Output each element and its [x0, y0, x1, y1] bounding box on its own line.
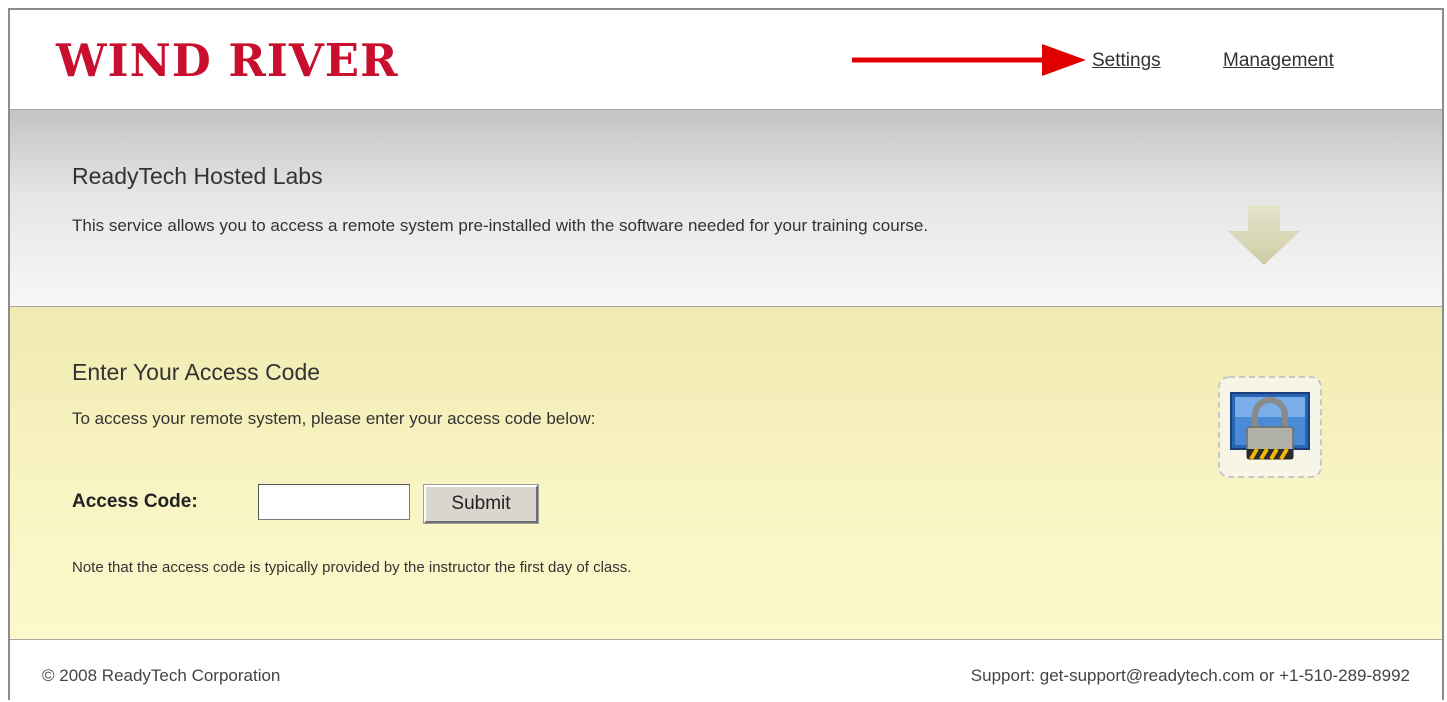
intro-title: ReadyTech Hosted Labs — [72, 163, 323, 189]
footer: © 2008 ReadyTech Corporation Support: ge… — [10, 640, 1442, 702]
intro-section: ReadyTech Hosted Labs This service allow… — [10, 109, 1442, 307]
locked-monitor-icon — [1218, 376, 1322, 478]
access-title: Enter Your Access Code — [72, 359, 321, 385]
access-code-section: Enter Your Access Code To access your re… — [10, 307, 1442, 640]
access-code-label: Access Code: — [72, 491, 198, 512]
access-code-note: Note that the access code is typically p… — [72, 559, 632, 576]
support-contact: Support: get-support@readytech.com or +1… — [970, 666, 1410, 685]
intro-description: This service allows you to access a remo… — [72, 216, 929, 235]
copyright-text: © 2008 ReadyTech Corporation — [42, 666, 281, 685]
right-arrow-annotation-icon — [852, 44, 1086, 76]
wind-river-logo: WIND RIVER — [56, 34, 399, 87]
page-frame: WIND RIVER Settings Management ReadyTech… — [8, 8, 1444, 702]
access-code-input[interactable] — [258, 484, 410, 520]
down-arrow-icon — [1228, 205, 1300, 265]
header: WIND RIVER Settings Management — [10, 10, 1442, 110]
access-instructions: To access your remote system, please ent… — [72, 409, 596, 428]
nav-management-link[interactable]: Management — [1223, 50, 1334, 72]
submit-button[interactable]: Submit — [423, 484, 539, 524]
nav-settings-link[interactable]: Settings — [1092, 50, 1161, 72]
